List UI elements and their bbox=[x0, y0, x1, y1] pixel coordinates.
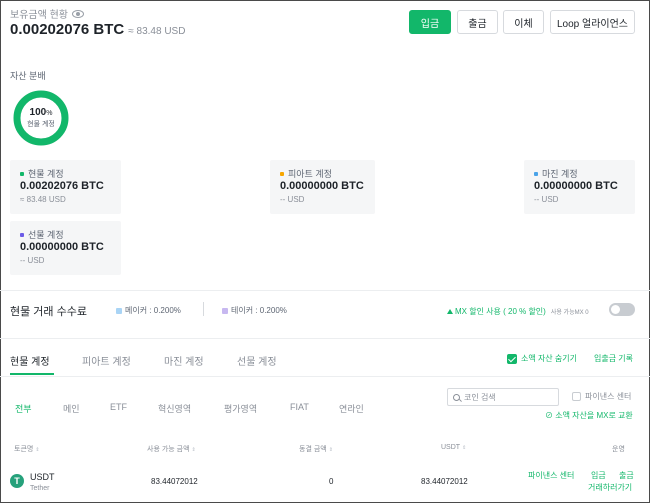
fee-separator bbox=[203, 302, 204, 316]
sort-icon: ⇕ bbox=[191, 447, 196, 453]
loop-alliance-button[interactable]: Loop 얼라이언스 bbox=[550, 10, 635, 34]
checkbox-checked-icon[interactable] bbox=[507, 353, 517, 364]
finance-center-link[interactable]: 파이낸스 센터 bbox=[528, 470, 574, 481]
maker-fee-text: 메이커 : 0.200% bbox=[125, 306, 181, 315]
account-name: 피아트 계정 bbox=[288, 169, 332, 179]
col-available[interactable]: 사용 가능 금액 ⇕ bbox=[147, 444, 196, 454]
spot-fee-title: 현물 거래 수수료 bbox=[10, 306, 87, 318]
filter-innovation[interactable]: 혁신영역 bbox=[158, 402, 191, 415]
balance-label: 보유금액 현황 bbox=[10, 6, 84, 21]
cell-frozen: 0 bbox=[329, 477, 334, 486]
account-sub: -- USD bbox=[280, 195, 305, 204]
divider bbox=[0, 290, 650, 291]
donut-percent: 100% bbox=[29, 107, 53, 118]
filter-online[interactable]: 연라인 bbox=[339, 402, 364, 415]
account-value: 0.00000000 BTC bbox=[534, 180, 618, 192]
tab-spot[interactable]: 현물 계정 bbox=[10, 353, 50, 368]
convert-link-text: 소액 자산을 MX로 교환 bbox=[555, 411, 633, 420]
account-name: 현물 계정 bbox=[28, 169, 64, 179]
filter-etf[interactable]: ETF bbox=[110, 402, 127, 412]
col-operation: 운영 bbox=[612, 446, 625, 453]
withdraw-button[interactable]: 출금 bbox=[457, 10, 498, 34]
maker-fee: 메이커 : 0.200% bbox=[116, 305, 181, 316]
sort-icon: ⇕ bbox=[35, 447, 40, 453]
tab-fiat[interactable]: 피아트 계정 bbox=[82, 353, 131, 368]
divider bbox=[0, 338, 650, 339]
col-frozen[interactable]: 동결 금액 ⇕ bbox=[299, 444, 333, 454]
mx-available: 사용 가능MX 0 bbox=[550, 310, 589, 316]
filter-main[interactable]: 메인 bbox=[63, 402, 80, 415]
eye-icon[interactable] bbox=[71, 9, 84, 18]
coin-search-input[interactable] bbox=[464, 392, 554, 402]
cell-usdt: 83.44072012 bbox=[421, 477, 468, 486]
coin-name: Tether bbox=[30, 485, 50, 492]
col-token[interactable]: 토큰명 ⇕ bbox=[14, 444, 40, 454]
convert-small-assets-link[interactable]: ⊘ 소액 자산을 MX로 교환 bbox=[545, 410, 633, 421]
divider bbox=[0, 376, 650, 377]
deposit-button[interactable]: 입금 bbox=[409, 10, 451, 34]
margin-dot-icon bbox=[534, 171, 538, 176]
futures-dot-icon bbox=[20, 232, 24, 237]
account-value: 0.00202076 BTC bbox=[20, 180, 104, 192]
taker-icon bbox=[222, 307, 228, 314]
taker-fee-text: 테이커 : 0.200% bbox=[231, 306, 287, 315]
filter-assessment[interactable]: 평가영역 bbox=[224, 402, 257, 415]
fiat-dot-icon bbox=[280, 171, 284, 176]
taker-fee: 테이커 : 0.200% bbox=[222, 305, 287, 316]
mx-discount: MX 할인 사용 ( 20 % 할인) 사용 가능MX 0 bbox=[447, 306, 589, 317]
filter-fiat[interactable]: FIAT bbox=[290, 402, 309, 412]
row-withdraw-link[interactable]: 출금 bbox=[619, 470, 634, 481]
search-icon bbox=[453, 393, 460, 401]
row-deposit-link[interactable]: 입금 bbox=[591, 470, 606, 481]
asset-distribution-label: 자산 분배 bbox=[10, 71, 46, 81]
finance-center-label: 파이낸스 센터 bbox=[585, 392, 632, 401]
coin-search[interactable] bbox=[447, 388, 559, 406]
mx-discount-toggle[interactable] bbox=[609, 303, 635, 316]
row-trade-link[interactable]: 거래하러가기 bbox=[588, 482, 632, 493]
balance-summary: 0.00202076 BTC ≈ 83.48 USD bbox=[10, 21, 185, 38]
checkbox-icon[interactable] bbox=[572, 392, 581, 401]
mx-discount-text: MX 할인 사용 ( 20 % 할인) bbox=[455, 307, 546, 316]
hide-small-label: 소액 자산 숨기기 bbox=[521, 354, 577, 363]
account-card-fiat[interactable]: 피아트 계정 0.00000000 BTC -- USD bbox=[270, 160, 375, 214]
transfer-button[interactable]: 이체 bbox=[503, 10, 544, 34]
donut-label: 현물 계정 bbox=[27, 121, 55, 128]
account-value: 0.00000000 BTC bbox=[280, 180, 364, 192]
balance-btc: 0.00202076 BTC bbox=[10, 21, 125, 38]
account-card-margin[interactable]: 마진 계정 0.00000000 BTC -- USD bbox=[524, 160, 635, 214]
sort-icon: ⇕ bbox=[328, 447, 333, 453]
account-name: 마진 계정 bbox=[542, 169, 578, 179]
deposit-withdraw-history-link[interactable]: 입출금 기록 bbox=[594, 353, 633, 364]
active-tab-indicator bbox=[10, 373, 54, 375]
account-sub: -- USD bbox=[20, 256, 45, 265]
account-sub: ≈ 83.48 USD bbox=[20, 195, 66, 204]
balance-label-text: 보유금액 현황 bbox=[10, 10, 68, 21]
cell-available: 83.44072012 bbox=[151, 477, 198, 486]
mx-triangle-icon bbox=[447, 309, 453, 314]
coin-symbol: USDT bbox=[30, 472, 55, 482]
sort-icon: ⇕ bbox=[462, 445, 467, 451]
spot-dot-icon bbox=[20, 171, 24, 176]
account-name: 선물 계정 bbox=[28, 230, 64, 240]
donut-center: 100% 현물 계정 bbox=[12, 89, 70, 147]
tab-margin[interactable]: 마진 계정 bbox=[164, 353, 204, 368]
account-value: 0.00000000 BTC bbox=[20, 241, 104, 253]
filter-all[interactable]: 전부 bbox=[15, 402, 32, 415]
account-card-futures[interactable]: 선물 계정 0.00000000 BTC -- USD bbox=[10, 221, 121, 275]
convert-icon: ⊘ bbox=[545, 411, 553, 420]
maker-icon bbox=[116, 307, 122, 314]
tab-futures[interactable]: 선물 계정 bbox=[237, 353, 277, 368]
balance-usd: ≈ 83.48 USD bbox=[128, 26, 186, 37]
finance-center-filter[interactable]: 파이낸스 센터 bbox=[572, 391, 631, 402]
account-card-spot[interactable]: 현물 계정 0.00202076 BTC ≈ 83.48 USD bbox=[10, 160, 121, 214]
tether-icon: T bbox=[10, 474, 24, 488]
hide-small-assets[interactable]: 소액 자산 숨기기 bbox=[507, 353, 577, 364]
col-usdt[interactable]: USDT ⇕ bbox=[441, 444, 466, 451]
account-sub: -- USD bbox=[534, 195, 559, 204]
